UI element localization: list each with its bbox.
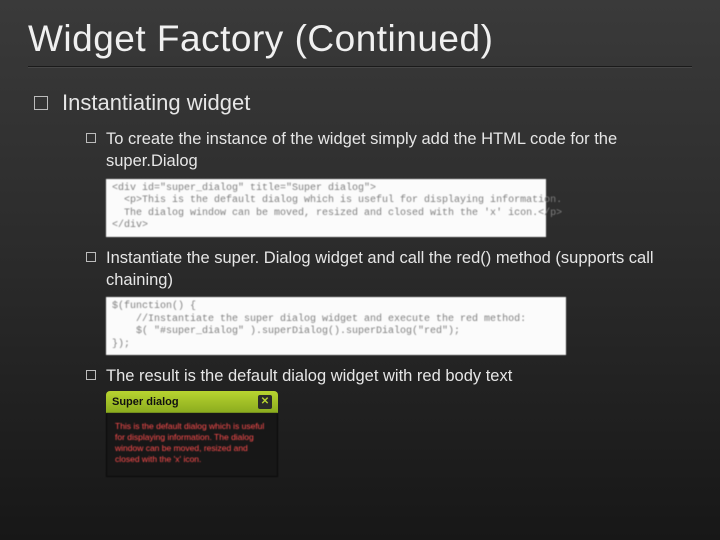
square-bullet-icon bbox=[34, 96, 48, 110]
section-heading: Instantiating widget bbox=[62, 90, 250, 116]
bullet-text: The result is the default dialog widget … bbox=[106, 365, 512, 387]
bullet-text: Instantiate the super. Dialog widget and… bbox=[106, 247, 692, 292]
dialog-title-text: Super dialog bbox=[112, 396, 179, 408]
square-bullet-icon bbox=[86, 252, 96, 262]
close-icon[interactable]: ✕ bbox=[258, 395, 272, 409]
bullet-level1: Instantiating widget bbox=[28, 90, 692, 116]
divider bbox=[28, 66, 692, 68]
bullet-text: To create the instance of the widget sim… bbox=[106, 128, 692, 173]
bullet-level2: The result is the default dialog widget … bbox=[28, 365, 692, 387]
code-sample-js: $(function() { //Instantiate the super d… bbox=[106, 297, 566, 355]
code-sample-html: <div id="super_dialog" title="Super dial… bbox=[106, 179, 546, 237]
dialog-titlebar: Super dialog ✕ bbox=[106, 391, 278, 413]
dialog-body-text: This is the default dialog which is usef… bbox=[106, 413, 278, 476]
dialog-preview: Super dialog ✕ This is the default dialo… bbox=[106, 391, 278, 476]
square-bullet-icon bbox=[86, 133, 96, 143]
bullet-level2: Instantiate the super. Dialog widget and… bbox=[28, 247, 692, 292]
square-bullet-icon bbox=[86, 370, 96, 380]
bullet-level2: To create the instance of the widget sim… bbox=[28, 128, 692, 173]
slide-title: Widget Factory (Continued) bbox=[28, 18, 692, 60]
